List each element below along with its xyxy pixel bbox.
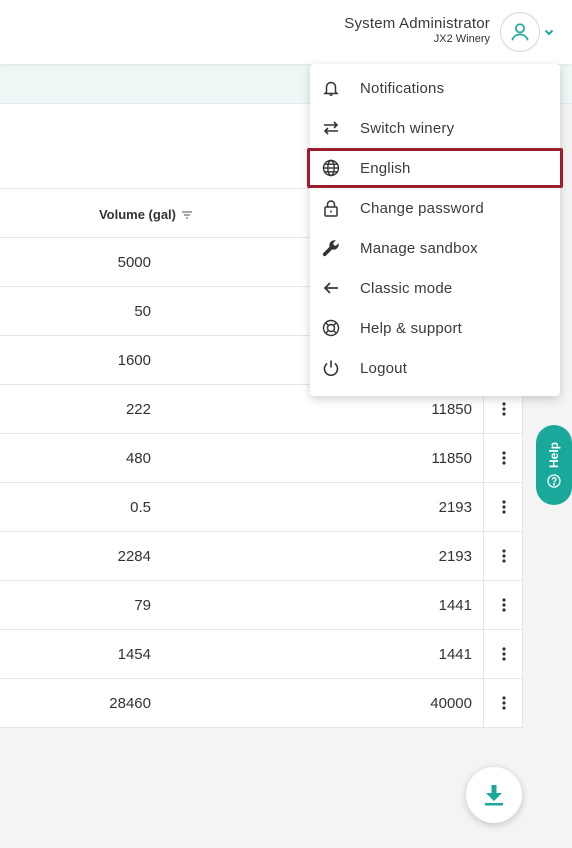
chevron-down-icon[interactable] (543, 26, 555, 38)
volume-header-label: Volume (gal) (98, 207, 176, 222)
value-cell: 40000 (430, 695, 472, 712)
more-vert-icon[interactable] (501, 598, 506, 612)
download-button[interactable] (466, 767, 522, 823)
more-vert-icon[interactable] (501, 696, 506, 710)
question-icon (547, 474, 561, 488)
volume-cell: 79 (134, 597, 151, 614)
row-actions[interactable] (483, 630, 523, 678)
table-row: 2284 2193 (0, 532, 523, 581)
menu-item-help-support[interactable]: Help & support (310, 308, 560, 348)
menu-item-english[interactable]: English (307, 148, 563, 188)
menu-item-label: Logout (360, 359, 408, 377)
menu-item-label: Manage sandbox (360, 239, 478, 257)
globe-icon (320, 157, 342, 179)
download-icon (485, 785, 503, 806)
value-cell: 1441 (438, 646, 472, 663)
more-vert-icon[interactable] (501, 451, 506, 465)
menu-item-classic-mode[interactable]: Classic mode (310, 268, 560, 308)
menu-item-label: Change password (360, 199, 484, 217)
menu-item-change-password[interactable]: Change password (310, 188, 560, 228)
volume-cell: 0.5 (130, 499, 151, 516)
volume-cell: 222 (125, 401, 151, 418)
volume-column-header[interactable]: Volume (gal) (99, 207, 193, 222)
value-cell: 11850 (431, 450, 472, 467)
table-row: 480 11850 (0, 434, 523, 483)
winery-name: JX2 Winery (433, 33, 490, 45)
top-header: System Administrator JX2 Winery (0, 0, 572, 64)
filter-icon[interactable] (181, 210, 193, 220)
row-actions[interactable] (483, 679, 523, 727)
more-vert-icon[interactable] (501, 647, 506, 661)
volume-cell: 1454 (117, 646, 151, 663)
row-actions[interactable] (483, 483, 523, 531)
volume-cell: 2284 (117, 548, 151, 565)
volume-cell: 1600 (117, 352, 151, 369)
value-cell: 2193 (438, 499, 472, 516)
more-vert-icon[interactable] (501, 500, 506, 514)
user-info[interactable]: System Administrator JX2 Winery (344, 15, 490, 46)
menu-item-label: Help & support (360, 319, 463, 337)
table-row: 0.5 2193 (0, 483, 523, 532)
more-vert-icon[interactable] (501, 549, 506, 563)
menu-item-label: English (360, 159, 411, 177)
value-cell: 11850 (431, 401, 472, 418)
lock-icon (320, 197, 342, 219)
power-icon (320, 357, 342, 379)
avatar[interactable] (500, 12, 540, 52)
volume-cell: 28460 (109, 695, 151, 712)
volume-cell: 50 (134, 303, 151, 320)
user-dropdown-menu: Notifications Switch winery English Chan… (307, 64, 563, 396)
help-tab-label: Help (547, 441, 561, 468)
menu-item-logout[interactable]: Logout (310, 348, 560, 388)
user-name: System Administrator (344, 15, 490, 32)
help-tab[interactable]: Help (536, 425, 572, 505)
lifebuoy-icon (320, 317, 342, 339)
volume-cell: 5000 (117, 254, 151, 271)
row-actions[interactable] (483, 581, 523, 629)
table-row: 79 1441 (0, 581, 523, 630)
arrow-left-icon (320, 277, 342, 299)
menu-item-label: Notifications (360, 79, 445, 97)
value-cell: 2193 (438, 548, 472, 565)
menu-item-switch-winery[interactable]: Switch winery (310, 108, 560, 148)
row-actions[interactable] (483, 532, 523, 580)
more-vert-icon[interactable] (501, 402, 506, 416)
menu-item-manage-sandbox[interactable]: Manage sandbox (310, 228, 560, 268)
bell-icon (320, 77, 342, 99)
user-icon (511, 23, 529, 41)
switch-icon (320, 117, 342, 139)
menu-item-label: Switch winery (360, 119, 455, 137)
value-cell: 1441 (438, 597, 472, 614)
menu-item-notifications[interactable]: Notifications (310, 68, 560, 108)
row-actions[interactable] (483, 434, 523, 482)
menu-item-label: Classic mode (360, 279, 453, 297)
wrench-icon (320, 237, 342, 259)
table-row: 28460 40000 (0, 679, 523, 728)
volume-cell: 480 (125, 450, 151, 467)
table-row: 1454 1441 (0, 630, 523, 679)
